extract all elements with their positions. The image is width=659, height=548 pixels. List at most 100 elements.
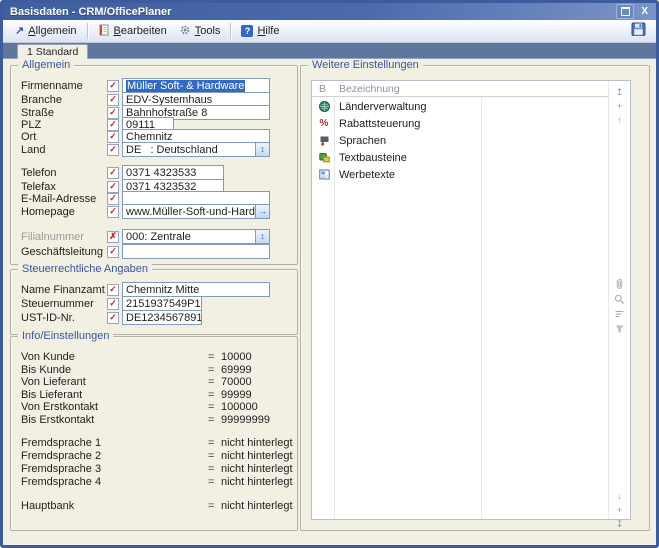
edit-check-icon[interactable]: ✓ [107, 131, 119, 143]
list-item-textbausteine[interactable]: Textbausteine [312, 149, 609, 166]
close-button[interactable]: X [638, 6, 651, 17]
edit-check-icon[interactable]: ✓ [107, 298, 119, 310]
equals-sign: = [208, 364, 221, 376]
app-window: Basisdaten - CRM/OfficePlaner X ↗ Allgem… [0, 0, 659, 548]
column-header-b[interactable]: B [319, 83, 326, 95]
menu-bearbeiten[interactable]: Bearbeiten [92, 22, 173, 41]
firmenname-label: Firmenname [21, 80, 107, 92]
steuernummer-label: Steuernummer [21, 298, 107, 310]
equals-sign: = [208, 476, 221, 488]
group-title: Allgemein [18, 59, 74, 72]
close-icon: X [641, 6, 648, 17]
land-select[interactable]: DE : Deutschland ↕ [122, 142, 270, 157]
go-arrow-icon: → [258, 207, 267, 216]
group-steuer: Steuerrechtliche Angaben Name Finanzamt … [10, 269, 298, 335]
edit-check-icon[interactable]: ✓ [107, 193, 119, 205]
field-row-firmenname: Firmenname ✓ Müller Soft- & Hardware [21, 78, 270, 93]
edit-check-icon[interactable]: ✓ [107, 167, 119, 179]
restore-button[interactable] [616, 4, 634, 19]
edit-check-icon[interactable]: ✓ [107, 94, 119, 106]
edit-check-icon[interactable]: ✓ [107, 284, 119, 296]
notepad-icon [98, 24, 110, 39]
scroll-plus-button[interactable]: + [609, 101, 630, 111]
scroll-minus-button[interactable]: + [609, 505, 630, 515]
equals-sign: = [208, 401, 221, 413]
homepage-label: Homepage [21, 206, 107, 218]
equals-sign: = [208, 463, 221, 475]
window-title: Basisdaten - CRM/OfficePlaner [10, 6, 616, 18]
content: Allgemein Firmenname ✓ Müller Soft- & Ha… [3, 59, 656, 545]
equals-sign: = [208, 437, 221, 449]
finanzamt-input[interactable]: Chemnitz Mitte [122, 282, 270, 297]
group-info: Info/Einstellungen Von Kunde=10000 Bis K… [10, 336, 298, 531]
filialnummer-select[interactable]: 000: Zentrale ↕ [122, 229, 270, 244]
list-item-sprachen[interactable]: Sprachen [312, 132, 609, 149]
titlebar[interactable]: Basisdaten - CRM/OfficePlaner X [3, 3, 656, 20]
search-icon[interactable] [614, 294, 625, 305]
menu-allgemein-label: Allgemein [28, 25, 76, 37]
menu-bearbeiten-label: Bearbeiten [114, 25, 167, 37]
dropdown-arrow-icon[interactable]: ↕ [255, 230, 269, 243]
land-label: Land [21, 144, 107, 156]
list-item-werbetexte[interactable]: Werbetexte [312, 166, 609, 183]
menu-allgemein[interactable]: ↗ Allgemein [9, 23, 83, 39]
tabstrip: 1 Standard [3, 43, 656, 59]
field-row-finanzamt: Name Finanzamt ✓ Chemnitz Mitte [21, 282, 270, 297]
telefon-input[interactable]: 0371 4323533 [122, 165, 224, 180]
paperclip-icon[interactable] [614, 279, 625, 290]
equals-sign: = [208, 500, 221, 512]
gear-icon [179, 24, 191, 39]
list-item-laenderverwaltung[interactable]: Länderverwaltung [312, 98, 609, 115]
scroll-last-button[interactable]: ↧ [609, 519, 630, 529]
info-row-fremdsprache-1: Fremdsprache 1=nicht hinterlegt [21, 436, 293, 449]
save-button[interactable] [628, 21, 650, 41]
speech-bubble-icon [312, 135, 336, 146]
filter-icon[interactable] [614, 324, 625, 335]
menu-tools[interactable]: Tools [173, 22, 227, 41]
ustid-label: UST-ID-Nr. [21, 312, 107, 324]
geschaeftsleitung-input[interactable] [122, 244, 270, 259]
firmenname-input[interactable]: Müller Soft- & Hardware [122, 78, 270, 93]
tab-standard[interactable]: 1 Standard [17, 44, 88, 59]
menu-hilfe-label: Hilfe [257, 25, 279, 37]
field-row-telefon: Telefon ✓ 0371 4323533 [21, 165, 224, 180]
arrow-ne-icon: ↗ [15, 26, 24, 37]
floppy-disk-icon [631, 22, 647, 40]
column-header-bezeichnung[interactable]: Bezeichnung [339, 83, 400, 95]
steuernummer-input[interactable]: 2151937549P1644 [122, 296, 202, 311]
field-row-filialnummer: Filialnummer ✗ 000: Zentrale ↕ [21, 229, 270, 244]
info-row-von-kunde: Von Kunde=10000 [21, 350, 252, 363]
homepage-input[interactable]: www.Müller-Soft-und-Hardware.de → [122, 204, 270, 219]
info-row-bis-erstkontakt: Bis Erstkontakt=99999999 [21, 413, 270, 426]
ort-label: Ort [21, 131, 107, 143]
ustid-input[interactable]: DE123456789123 [122, 310, 202, 325]
menu-hilfe[interactable]: ? Hilfe [235, 23, 285, 39]
dropdown-arrow-icon[interactable]: ↕ [255, 143, 269, 156]
equals-sign: = [208, 351, 221, 363]
settings-list: B Bezeichnung Länderverwaltung % Rabatts… [311, 80, 631, 520]
restore-icon [621, 7, 630, 16]
list-header: B Bezeichnung [312, 81, 630, 97]
field-row-steuernummer: Steuernummer ✓ 2151937549P1644 [21, 296, 202, 311]
edit-check-icon[interactable]: ✓ [107, 80, 119, 92]
field-row-ustid: UST-ID-Nr. ✓ DE123456789123 [21, 310, 202, 325]
list-item-rabattsteuerung[interactable]: % Rabattsteuerung [312, 115, 609, 132]
telefon-label: Telefon [21, 167, 107, 179]
scroll-up-button[interactable]: ↑ [609, 115, 630, 125]
edit-cross-icon[interactable]: ✗ [107, 231, 119, 243]
info-row-von-lieferant: Von Lieferant=70000 [21, 375, 252, 388]
scroll-down-button[interactable]: ↓ [609, 491, 630, 501]
group-weitere: Weitere Einstellungen B Bezeichnung Länd… [300, 65, 650, 531]
edit-check-icon[interactable]: ✓ [107, 206, 119, 218]
scroll-first-button[interactable]: ↥ [609, 87, 630, 97]
globe-icon [312, 101, 336, 112]
sort-icon[interactable] [614, 309, 625, 320]
open-homepage-button[interactable]: → [255, 205, 269, 218]
equals-sign: = [208, 414, 221, 426]
edit-check-icon[interactable]: ✓ [107, 312, 119, 324]
finanzamt-label: Name Finanzamt [21, 284, 107, 296]
equals-sign: = [208, 389, 221, 401]
edit-check-icon[interactable]: ✓ [107, 246, 119, 258]
branche-label: Branche [21, 94, 107, 106]
edit-check-icon[interactable]: ✓ [107, 144, 119, 156]
